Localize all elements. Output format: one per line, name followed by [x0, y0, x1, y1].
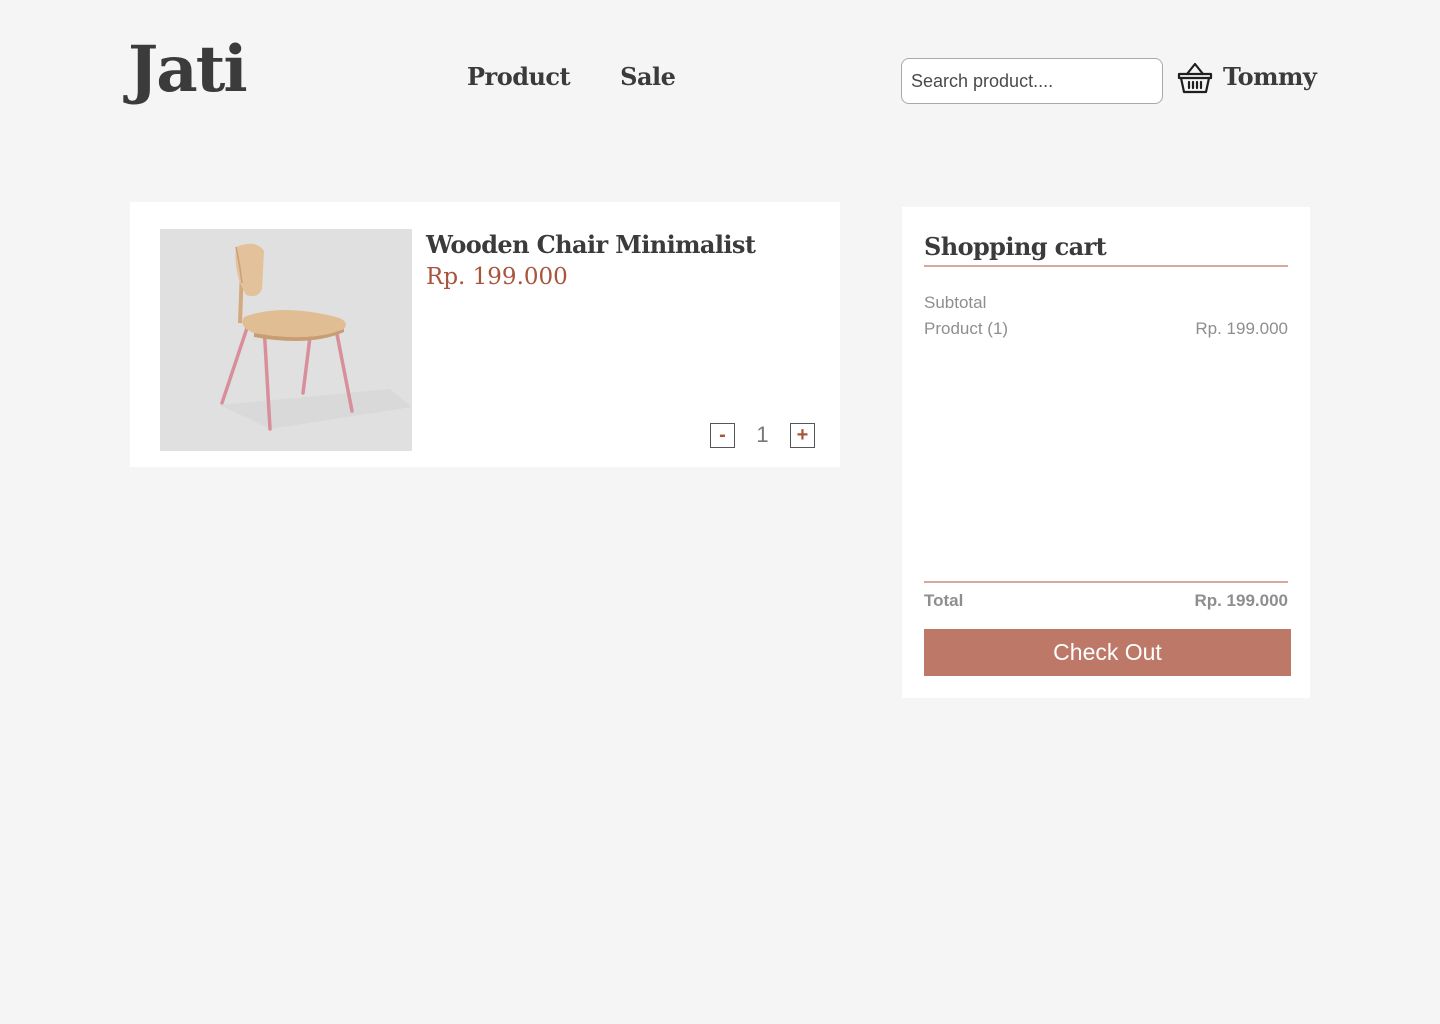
- cart-summary: Shopping cart Subtotal Product (1) Rp. 1…: [902, 207, 1310, 698]
- total-value: Rp. 199.000: [1194, 591, 1288, 610]
- cart-item-card: Wooden Chair Minimalist Rp. 199.000 - 1 …: [130, 202, 840, 467]
- divider: [924, 265, 1288, 267]
- product-image[interactable]: [160, 229, 412, 451]
- cart-title: Shopping cart: [924, 232, 1107, 261]
- divider: [924, 581, 1288, 583]
- line-label: Product (1): [924, 319, 1009, 338]
- subtotal-line: Product (1) Rp. 199.000: [924, 319, 1288, 339]
- subtotal-label: Subtotal: [924, 293, 987, 312]
- product-name[interactable]: Wooden Chair Minimalist: [426, 230, 756, 259]
- quantity-stepper: - 1 +: [710, 422, 815, 448]
- total-line: Total Rp. 199.000: [924, 591, 1288, 611]
- quantity-value: 1: [756, 422, 769, 447]
- brand-logo[interactable]: Jati: [128, 38, 248, 102]
- increment-button[interactable]: +: [790, 422, 815, 448]
- user-name[interactable]: Tommy: [1223, 62, 1317, 91]
- nav-item-product[interactable]: Product: [467, 62, 571, 91]
- search-input[interactable]: [901, 58, 1163, 104]
- total-label: Total: [924, 591, 964, 610]
- main-nav: Product Sale: [467, 62, 676, 91]
- nav-item-sale[interactable]: Sale: [620, 62, 676, 91]
- decrement-button[interactable]: -: [710, 422, 735, 448]
- product-price: Rp. 199.000: [426, 264, 568, 290]
- basket-icon[interactable]: [1177, 60, 1213, 96]
- line-value: Rp. 199.000: [1195, 319, 1288, 338]
- checkout-button[interactable]: Check Out: [924, 629, 1291, 676]
